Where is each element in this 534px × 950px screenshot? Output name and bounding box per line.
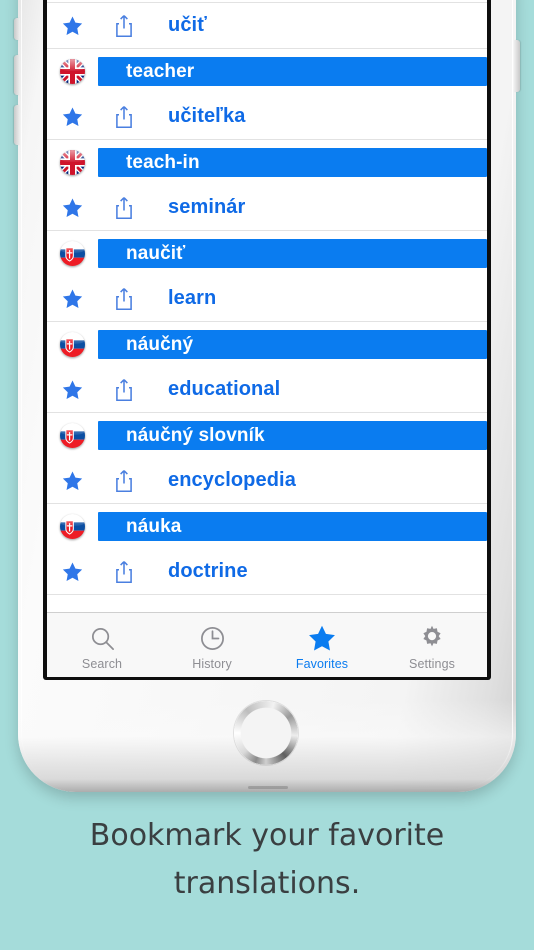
- list-item-label: seminár: [168, 196, 246, 218]
- list-item-label: učiteľka: [168, 105, 246, 127]
- headword-bar: náuka: [98, 512, 487, 541]
- tab-history[interactable]: History: [157, 613, 267, 677]
- star-icon[interactable]: [47, 288, 98, 310]
- tab-label: History: [192, 657, 232, 671]
- favorites-list[interactable]: naučiť učiť: [47, 0, 487, 612]
- list-item[interactable]: learn: [47, 276, 487, 322]
- list-item-label: doctrine: [168, 560, 248, 582]
- star-icon: [307, 623, 337, 653]
- headword-label: teach-in: [126, 151, 200, 173]
- headword-label: náučný: [126, 333, 194, 355]
- headword-bar: teacher: [98, 57, 487, 86]
- headword-bar: náučný: [98, 330, 487, 359]
- sk-flag-icon: [47, 332, 98, 357]
- share-icon[interactable]: [98, 560, 149, 584]
- sk-flag-icon: [47, 514, 98, 539]
- share-icon[interactable]: [98, 105, 149, 129]
- gear-icon: [418, 623, 446, 653]
- share-icon[interactable]: [98, 287, 149, 311]
- tab-label: Search: [81, 657, 123, 671]
- headword-bar: naučiť: [98, 239, 487, 268]
- headword-row[interactable]: teach-in: [47, 140, 487, 185]
- list-item[interactable]: učiteľka: [47, 94, 487, 140]
- list-item-label: educational: [168, 378, 281, 400]
- sk-flag-icon: [47, 423, 98, 448]
- clock-icon: [199, 623, 226, 653]
- headword-label: náuka: [126, 515, 182, 537]
- star-icon[interactable]: [47, 106, 98, 128]
- tab-bar: Search History Favorites Settings: [47, 612, 487, 677]
- list-item[interactable]: seminár: [47, 185, 487, 231]
- list-item[interactable]: encyclopedia: [47, 458, 487, 504]
- share-icon[interactable]: [98, 378, 149, 402]
- caption: Bookmark your favorite translations.: [0, 812, 534, 908]
- headword-label: náučný slovník: [126, 424, 265, 446]
- tab-label: Favorites: [295, 657, 349, 671]
- tab-settings[interactable]: Settings: [377, 613, 487, 677]
- list-item-label: učiť: [168, 14, 207, 36]
- home-button[interactable]: [234, 701, 298, 765]
- caption-line-1: Bookmark your favorite: [89, 818, 445, 853]
- uk-flag-icon: [47, 59, 98, 84]
- headword-row[interactable]: náučný: [47, 322, 487, 367]
- headword-label: naučiť: [126, 242, 186, 264]
- phone-screen: naučiť učiť: [47, 0, 487, 677]
- list-item-label: encyclopedia: [168, 469, 296, 491]
- list-item[interactable]: educational: [47, 367, 487, 413]
- star-icon[interactable]: [47, 470, 98, 492]
- share-icon[interactable]: [98, 196, 149, 220]
- list-item[interactable]: učiť: [47, 3, 487, 49]
- volume-down-button[interactable]: [14, 105, 20, 145]
- list-item[interactable]: doctrine: [47, 549, 487, 595]
- volume-up-button[interactable]: [14, 55, 20, 95]
- headword-row[interactable]: teacher: [47, 49, 487, 94]
- screenshot-stage: naučiť učiť: [0, 0, 534, 950]
- headword-row[interactable]: náučný slovník: [47, 413, 487, 458]
- list-item-label: learn: [168, 287, 217, 309]
- share-icon[interactable]: [98, 14, 149, 38]
- speaker-slit: [248, 786, 288, 789]
- power-button[interactable]: [514, 40, 520, 92]
- uk-flag-icon: [47, 150, 98, 175]
- tab-label: Settings: [409, 657, 455, 671]
- search-icon: [89, 623, 116, 653]
- star-icon[interactable]: [47, 197, 98, 219]
- headword-label: teacher: [126, 60, 195, 82]
- headword-bar: náučný slovník: [98, 421, 487, 450]
- headword-bar: teach-in: [98, 148, 487, 177]
- caption-line-2: translations.: [173, 866, 361, 901]
- star-icon[interactable]: [47, 379, 98, 401]
- headword-row[interactable]: naučiť: [47, 231, 487, 276]
- star-icon[interactable]: [47, 561, 98, 583]
- sk-flag-icon: [47, 241, 98, 266]
- share-icon[interactable]: [98, 469, 149, 493]
- star-icon[interactable]: [47, 15, 98, 37]
- headword-row[interactable]: náuka: [47, 504, 487, 549]
- tab-search[interactable]: Search: [47, 613, 157, 677]
- tab-favorites[interactable]: Favorites: [267, 613, 377, 677]
- mute-switch[interactable]: [14, 18, 20, 40]
